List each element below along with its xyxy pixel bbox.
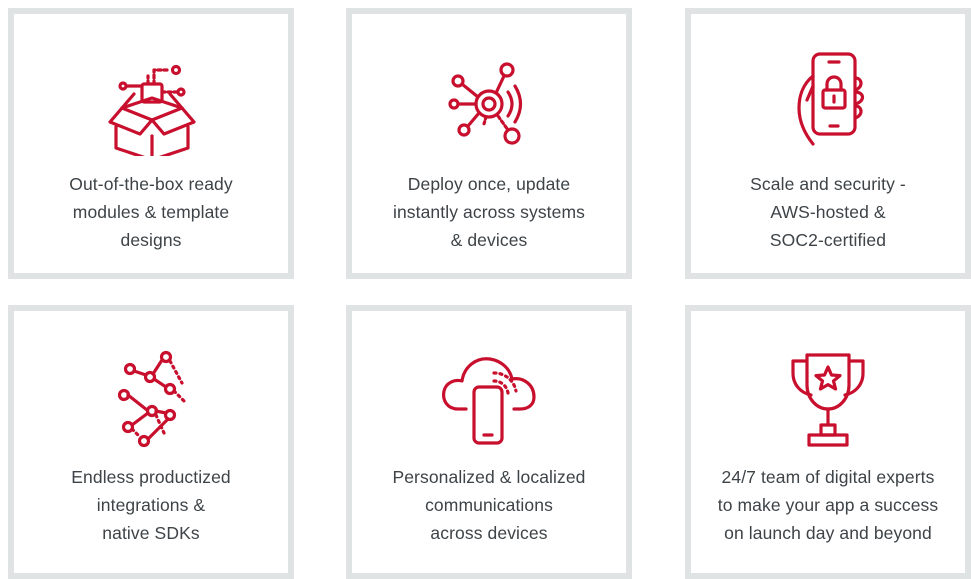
feature-caption: Deploy once, update instantly across sys… (392, 174, 586, 250)
feature-caption: Out-of-the-box ready modules & template … (69, 174, 233, 250)
feature-caption: Endless productized integrations & nativ… (71, 467, 231, 543)
box-icon (96, 46, 206, 156)
cloud-phone-icon (434, 343, 544, 453)
feature-caption: Personalized & localized communications … (392, 467, 586, 543)
feature-card-communications: Personalized & localized communications … (346, 305, 632, 579)
feature-caption: Scale and security - AWS-hosted & SOC2-c… (750, 174, 906, 250)
feature-card-experts: 24/7 team of digital experts to make you… (685, 305, 971, 579)
integration-network-icon (96, 343, 206, 453)
trophy-icon (773, 343, 883, 453)
feature-card-box: Out-of-the-box ready modules & template … (8, 8, 294, 279)
feature-card-security: Scale and security - AWS-hosted & SOC2-c… (685, 8, 971, 279)
broadcast-hub-icon (434, 54, 544, 164)
feature-card-deploy: Deploy once, update instantly across sys… (346, 8, 632, 279)
phone-lock-icon (773, 44, 883, 154)
feature-caption: 24/7 team of digital experts to make you… (717, 467, 939, 543)
feature-card-integrations: Endless productized integrations & nativ… (8, 305, 294, 579)
